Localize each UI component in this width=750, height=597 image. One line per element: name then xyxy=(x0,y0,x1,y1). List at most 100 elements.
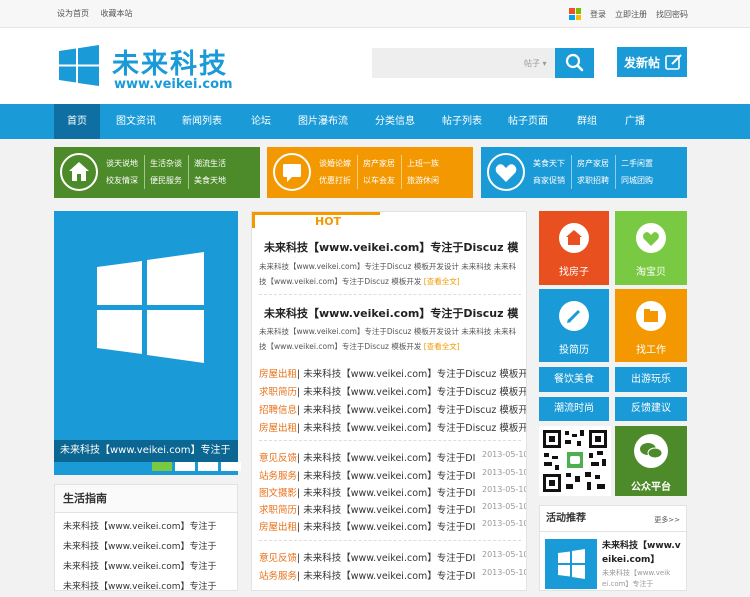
item-tag[interactable]: 求职简历 xyxy=(259,505,297,516)
item-tag[interactable]: 求职简历 xyxy=(259,387,297,398)
login-link[interactable]: 登录 xyxy=(590,9,606,20)
list-item[interactable]: 招聘信息| 未来科技【www.veikei.com】专注于Discuz 模板开发 xyxy=(259,402,526,416)
headline-title[interactable]: 未来科技【www.veikei.com】专注于Discuz 模 xyxy=(264,239,518,255)
house-icon[interactable] xyxy=(60,153,98,191)
tile-trend[interactable]: 潮流时尚 xyxy=(539,397,609,421)
search-button[interactable] xyxy=(555,48,594,78)
item-text[interactable]: | 未来科技【www.veikei.com】专注于DI xyxy=(297,471,475,482)
item-text[interactable]: | 未来科技【www.veikei.com】专注于DI xyxy=(297,505,475,516)
nav-waterfall[interactable]: 图片瀑布流 xyxy=(288,104,358,139)
item-tag[interactable]: 站务服务 xyxy=(259,471,297,482)
nav-forum[interactable]: 论坛 xyxy=(240,104,282,139)
list-item[interactable]: 站务服务| 未来科技【www.veikei.com】专注于DI 2013-05-1… xyxy=(259,568,526,582)
set-homepage-link[interactable]: 设为首页 xyxy=(57,9,89,18)
tile-taobao[interactable]: 淘宝贝 xyxy=(615,211,687,285)
cat-link[interactable]: 房产家居 xyxy=(571,155,611,172)
heart-icon[interactable] xyxy=(487,153,525,191)
cat-link[interactable]: 潮流生活 xyxy=(188,155,228,172)
tile-public-platform[interactable]: 公众平台 xyxy=(615,426,687,496)
read-more-link[interactable]: [查看全文] xyxy=(424,277,460,286)
tile-resume[interactable]: 投简历 xyxy=(539,289,609,362)
cat-link[interactable]: 谈婚论嫁 xyxy=(317,155,353,172)
item-tag[interactable]: 招聘信息 xyxy=(259,405,297,416)
cat-link[interactable]: 校友情深 xyxy=(104,172,140,189)
cat-link[interactable]: 生活杂谈 xyxy=(144,155,184,172)
activity-thumbnail[interactable] xyxy=(545,539,597,589)
slider-dot[interactable] xyxy=(198,462,218,471)
item-tag[interactable]: 站务服务 xyxy=(259,571,297,582)
new-post-button[interactable]: 发新帖 xyxy=(617,47,687,77)
nav-thread-list[interactable]: 帖子列表 xyxy=(432,104,492,139)
nav-broadcast[interactable]: 广播 xyxy=(614,104,656,139)
cat-link[interactable]: 优惠打折 xyxy=(317,172,353,189)
headline-title[interactable]: 未来科技【www.veikei.com】专注于Discuz 模 xyxy=(264,305,518,321)
item-tag[interactable]: 房屋出租 xyxy=(259,369,297,380)
item-tag[interactable]: 意见反馈 xyxy=(259,553,297,564)
tile-find-job[interactable]: 找工作 xyxy=(615,289,687,362)
cat-link[interactable]: 谈天说地 xyxy=(104,155,140,172)
nav-home[interactable]: 首页 xyxy=(54,104,100,139)
nav-thread-page[interactable]: 帖子页面 xyxy=(498,104,558,139)
register-link[interactable]: 立即注册 xyxy=(615,9,647,20)
list-item[interactable]: 站务服务| 未来科技【www.veikei.com】专注于DI 2013-05-1… xyxy=(259,468,526,482)
cat-link[interactable]: 美食天地 xyxy=(188,172,228,189)
cat-link[interactable]: 美食天下 xyxy=(531,155,567,172)
list-item[interactable]: 未来科技【www.veikei.com】专注于 xyxy=(55,517,237,537)
chat-bubble-icon[interactable] xyxy=(273,153,311,191)
banner-slider[interactable]: 未来科技【www.veikei.com】专注于 xyxy=(54,211,241,475)
cat-link[interactable]: 房产家居 xyxy=(357,155,397,172)
list-item[interactable]: 房屋出租| 未来科技【www.veikei.com】专注于Discuz 模板开发 xyxy=(259,366,526,380)
cat-link[interactable]: 上班一族 xyxy=(401,155,441,172)
item-tag[interactable]: 房屋出租 xyxy=(259,423,297,434)
tile-food[interactable]: 餐饮美食 xyxy=(539,367,609,392)
cat-link[interactable]: 求职招聘 xyxy=(571,172,611,189)
cat-link[interactable]: 便民服务 xyxy=(144,172,184,189)
tile-travel[interactable]: 出游玩乐 xyxy=(615,367,687,392)
list-item[interactable]: 图文摄影| 未来科技【www.veikei.com】专注于DI 2013-05-1… xyxy=(259,485,526,499)
banner-caption[interactable]: 未来科技【www.veikei.com】专注于 xyxy=(54,440,238,462)
cat-link[interactable]: 旅游休闲 xyxy=(401,172,441,189)
slider-dot[interactable] xyxy=(221,462,241,471)
activity-item-title[interactable]: 未来科技【www.v eikei.com】 xyxy=(602,539,681,567)
list-item[interactable]: 求职简历| 未来科技【www.veikei.com】专注于DI 2013-05-1… xyxy=(259,502,526,516)
item-text[interactable]: | 未来科技【www.veikei.com】专注于Discuz 模板开发 xyxy=(297,387,526,398)
tile-feedback[interactable]: 反馈建议 xyxy=(615,397,687,421)
list-item[interactable]: 未来科技【www.veikei.com】专注于 xyxy=(55,577,237,597)
tile-find-house[interactable]: 找房子 xyxy=(539,211,609,285)
cat-link[interactable]: 以车会友 xyxy=(357,172,397,189)
more-link[interactable]: 更多>> xyxy=(654,515,680,525)
nav-groups[interactable]: 群组 xyxy=(566,104,608,139)
item-text[interactable]: | 未来科技【www.veikei.com】专注于Discuz 模板开发 xyxy=(297,423,526,434)
nav-news-list[interactable]: 新闻列表 xyxy=(172,104,232,139)
read-more-link[interactable]: [查看全文] xyxy=(424,342,460,351)
slider-dot[interactable] xyxy=(152,462,172,471)
search-type-select[interactable]: 帖子 ▾ xyxy=(524,58,547,69)
nav-classifieds[interactable]: 分类信息 xyxy=(365,104,425,139)
cat-link[interactable]: 二手闲置 xyxy=(615,155,655,172)
slider-dot[interactable] xyxy=(175,462,195,471)
item-text[interactable]: | 未来科技【www.veikei.com】专注于DI xyxy=(297,453,475,464)
item-text[interactable]: | 未来科技【www.veikei.com】专注于Discuz 模板开发 xyxy=(297,369,526,380)
cat-link[interactable]: 同城团购 xyxy=(615,172,655,189)
bookmark-link[interactable]: 收藏本站 xyxy=(101,9,133,18)
item-text[interactable]: | 未来科技【www.veikei.com】专注于Discuz 模板开发 xyxy=(297,405,526,416)
forgot-password-link[interactable]: 找回密码 xyxy=(656,9,688,20)
list-item[interactable]: 房屋出租| 未来科技【www.veikei.com】专注于Discuz 模板开发 xyxy=(259,420,526,434)
nav-news-pictures[interactable]: 图文资讯 xyxy=(106,104,166,139)
item-text[interactable]: | 未来科技【www.veikei.com】专注于DI xyxy=(297,522,475,533)
item-text[interactable]: | 未来科技【www.veikei.com】专注于DI xyxy=(297,488,475,499)
list-item[interactable]: 意见反馈| 未来科技【www.veikei.com】专注于DI 2013-05-1… xyxy=(259,450,526,464)
item-tag[interactable]: 房屋出租 xyxy=(259,522,297,533)
list-item[interactable]: 未来科技【www.veikei.com】专注于 xyxy=(55,537,237,557)
list-item[interactable]: 未来科技【www.veikei.com】专注于 xyxy=(55,557,237,577)
item-tag[interactable]: 图文摄影 xyxy=(259,488,297,499)
list-item[interactable]: 意见反馈| 未来科技【www.veikei.com】专注于DI 2013-05-1… xyxy=(259,550,526,564)
windows-logo-icon[interactable] xyxy=(57,44,101,88)
item-tag[interactable]: 意见反馈 xyxy=(259,453,297,464)
item-text[interactable]: | 未来科技【www.veikei.com】专注于DI xyxy=(297,571,475,582)
cat-link[interactable]: 商家促销 xyxy=(531,172,567,189)
site-title[interactable]: 未来科技 xyxy=(112,42,228,81)
list-item[interactable]: 求职简历| 未来科技【www.veikei.com】专注于Discuz 模板开发 xyxy=(259,384,526,398)
list-item[interactable]: 房屋出租| 未来科技【www.veikei.com】专注于DI 2013-05-1… xyxy=(259,519,526,533)
item-text[interactable]: | 未来科技【www.veikei.com】专注于DI xyxy=(297,553,475,564)
